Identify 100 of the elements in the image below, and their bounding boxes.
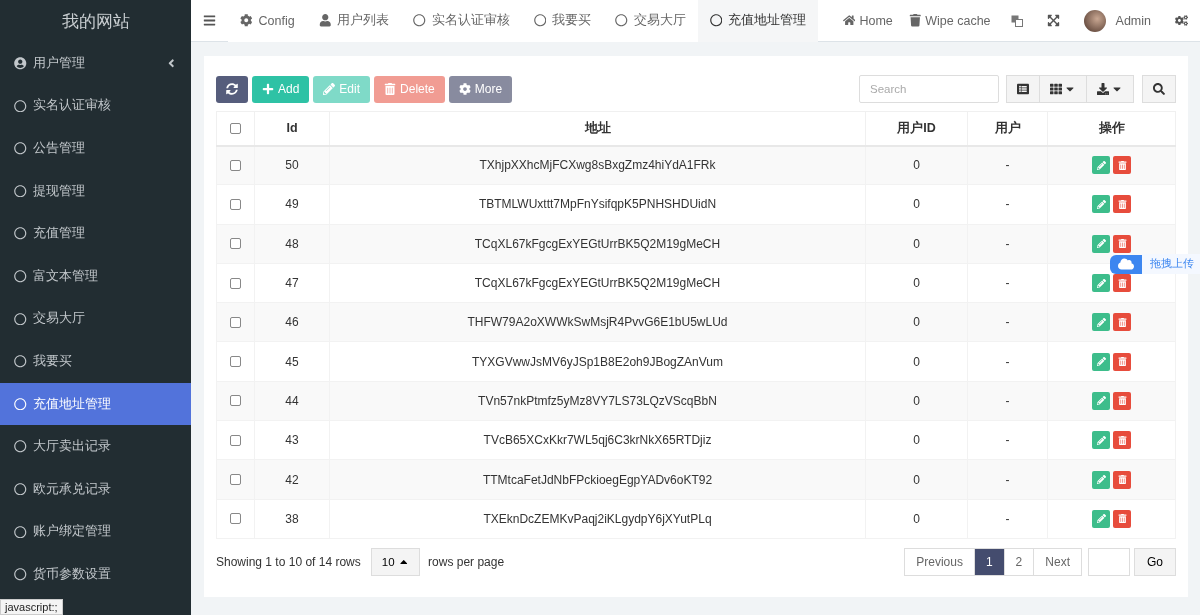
- trash-icon: [908, 14, 922, 27]
- list-icon: [1017, 83, 1029, 95]
- table-cell: 44: [254, 381, 330, 421]
- table-cell: -: [967, 302, 1048, 342]
- export-button[interactable]: [1086, 75, 1134, 103]
- site-title: 我的网站: [61, 10, 130, 33]
- checkbox[interactable]: [230, 238, 241, 250]
- cloud-icon: [1118, 256, 1134, 272]
- delete-button[interactable]: [1113, 391, 1131, 410]
- column-header[interactable]: 用户ID: [865, 111, 968, 146]
- column-header[interactable]: 用户: [967, 111, 1048, 146]
- sidebar-item[interactable]: 公告管理: [0, 127, 191, 170]
- pencil-icon: [1096, 435, 1106, 445]
- column-header[interactable]: Id: [254, 111, 330, 146]
- go-button[interactable]: Go: [1134, 547, 1176, 576]
- table-cell: 43: [254, 420, 330, 460]
- user-name[interactable]: Admin: [1115, 13, 1151, 28]
- checkbox[interactable]: [230, 356, 241, 368]
- delete-button[interactable]: [1113, 352, 1131, 371]
- pencil-icon: [1096, 396, 1106, 406]
- trash-icon: [1117, 317, 1127, 327]
- trash-icon: [1117, 475, 1127, 484]
- column-header: 操作: [1047, 111, 1176, 146]
- upload-label[interactable]: 拖拽上传: [1142, 254, 1200, 274]
- header-link[interactable]: Wipe cache: [900, 0, 999, 42]
- table-cell: TCqXL67kFgcgExYEGtUrrBK5Q2M19gMeCH: [329, 224, 866, 264]
- sidebar-item[interactable]: 充值地址管理: [0, 382, 191, 426]
- next-button[interactable]: Next: [1033, 547, 1082, 576]
- trash-icon: [1117, 514, 1127, 524]
- delete-button[interactable]: [1113, 195, 1131, 214]
- edit-button[interactable]: [1092, 431, 1110, 450]
- avatar[interactable]: [1083, 9, 1106, 32]
- sidebar-item[interactable]: 我要买: [0, 340, 191, 383]
- table-cell: 45: [254, 342, 330, 382]
- sidebar-item[interactable]: 交易大厅: [0, 297, 191, 341]
- page-number-field[interactable]: [1088, 547, 1130, 576]
- trash-icon: [1117, 278, 1127, 288]
- refresh-button[interactable]: [216, 75, 248, 103]
- sidebar-item[interactable]: 富文本管理: [0, 254, 191, 298]
- edit-button[interactable]: [1092, 274, 1110, 293]
- delete-button[interactable]: [1113, 431, 1131, 450]
- checkbox[interactable]: [230, 474, 241, 485]
- page-size-select[interactable]: 10: [370, 547, 421, 576]
- checkbox[interactable]: [230, 434, 241, 446]
- delete-button[interactable]: [1113, 156, 1131, 175]
- sidebar-item[interactable]: 实名认证审核: [0, 84, 191, 128]
- checkbox[interactable]: [230, 277, 241, 289]
- delete-button[interactable]: [1113, 470, 1131, 489]
- table-cell: 42: [254, 459, 330, 500]
- edit-button[interactable]: [1092, 195, 1110, 214]
- sidebar-item[interactable]: 大厅卖出记录: [0, 425, 191, 468]
- table-cell: 0: [865, 459, 968, 500]
- previous-button[interactable]: Previous: [904, 547, 975, 576]
- table-cell: 0: [865, 224, 968, 264]
- checkbox[interactable]: [230, 159, 241, 171]
- search-field[interactable]: Search: [859, 75, 999, 103]
- trash-icon: [1117, 160, 1127, 170]
- table-cell: 0: [865, 420, 968, 460]
- search-button[interactable]: [1142, 75, 1176, 103]
- column-header[interactable]: 地址: [329, 111, 866, 146]
- grid-icon: [1050, 83, 1062, 95]
- page-button[interactable]: 1: [973, 547, 1005, 576]
- sidebar-item[interactable]: 提现管理: [0, 169, 191, 213]
- sidebar-item[interactable]: 充值管理: [0, 212, 191, 255]
- edit-button[interactable]: [1092, 234, 1110, 253]
- table-cell: 0: [865, 381, 968, 421]
- table-cell: THFW79A2oXWWkSwMsjR4PvvG6E1bU5wLUd: [329, 302, 866, 342]
- pencil-icon: [1096, 199, 1106, 209]
- edit-button[interactable]: [1092, 391, 1110, 410]
- checkbox[interactable]: [230, 122, 241, 134]
- sidebar-item[interactable]: 用户管理: [0, 42, 191, 85]
- delete-button[interactable]: [1113, 509, 1131, 528]
- delete-button[interactable]: [1113, 313, 1131, 332]
- table-cell: -: [967, 420, 1048, 460]
- tab[interactable]: 充值地址管理: [697, 0, 819, 42]
- delete-button[interactable]: [1113, 274, 1131, 293]
- sidebar-item[interactable]: 欧元承兑记录: [0, 467, 191, 511]
- edit-button[interactable]: [1092, 509, 1110, 528]
- pencil-icon: [1096, 278, 1106, 288]
- trash-icon: [1117, 435, 1127, 445]
- checkbox[interactable]: [230, 513, 241, 525]
- table-cell: -: [967, 263, 1048, 303]
- table-cell: 0: [865, 145, 968, 185]
- sidebar-item[interactable]: 账户绑定管理: [0, 510, 191, 554]
- gear-icon: [458, 83, 471, 95]
- menu-icon: [203, 14, 216, 27]
- toggle-view-button[interactable]: [1006, 75, 1040, 103]
- edit-button[interactable]: [1092, 352, 1110, 371]
- search-icon: [1153, 83, 1165, 95]
- edit-button[interactable]: [1092, 156, 1110, 175]
- checkbox[interactable]: [230, 316, 241, 328]
- edit-button[interactable]: [1092, 470, 1110, 489]
- sidebar-item[interactable]: 货币参数设置: [0, 553, 191, 596]
- columns-button[interactable]: [1039, 75, 1087, 103]
- header-link[interactable]: Home: [834, 0, 901, 42]
- checkbox[interactable]: [230, 395, 241, 407]
- checkbox[interactable]: [230, 198, 241, 210]
- edit-button[interactable]: [1092, 313, 1110, 332]
- pencil-icon: [1096, 239, 1106, 249]
- delete-button[interactable]: [1113, 234, 1131, 253]
